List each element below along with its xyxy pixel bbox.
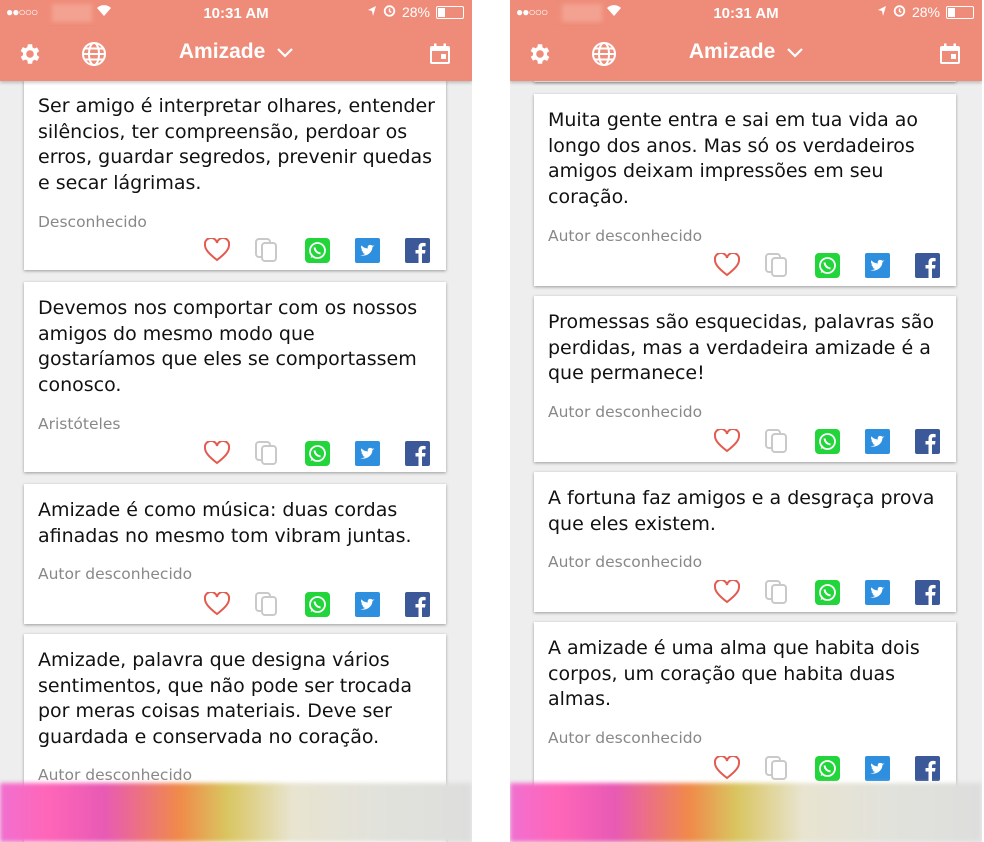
facebook-icon[interactable] <box>404 440 430 466</box>
ad-banner[interactable] <box>0 783 472 842</box>
calendar-icon[interactable] <box>934 38 966 70</box>
alarm-icon <box>383 4 396 20</box>
status-right: 28% <box>877 4 974 20</box>
quote-author: Autor desconhecido <box>548 227 703 245</box>
copy-icon[interactable] <box>764 252 790 278</box>
nav-bar: Amizade <box>0 26 472 81</box>
whatsapp-icon[interactable] <box>814 755 840 781</box>
quote-text: Ser amigo é interpretar olhares, entende… <box>38 95 435 194</box>
heart-icon[interactable] <box>204 591 230 617</box>
quote-text: Amizade, palavra que designa vários sent… <box>38 649 413 748</box>
quote-text: A fortuna faz amigos e a desgraça prova … <box>548 487 935 535</box>
twitter-icon[interactable] <box>354 440 380 466</box>
facebook-icon[interactable] <box>914 428 940 454</box>
battery-percent: 28% <box>401 4 430 20</box>
twitter-icon[interactable] <box>864 428 890 454</box>
location-icon <box>877 4 887 20</box>
heart-icon[interactable] <box>714 579 740 605</box>
battery-icon <box>436 5 464 19</box>
heart-icon[interactable] <box>714 428 740 454</box>
copy-icon[interactable] <box>764 755 790 781</box>
copy-icon[interactable] <box>764 579 790 605</box>
quote-text: Muita gente entra e sai em tua vida ao l… <box>548 109 919 208</box>
facebook-icon[interactable] <box>914 579 940 605</box>
phone-screen-left: ●●○○○ 10:31 AM 28% Amizade Ser amigo é i… <box>0 0 472 842</box>
copy-icon[interactable] <box>254 237 280 263</box>
quote-card: Promessas são esquecidas, palavras são p… <box>534 296 956 462</box>
quote-card: A amizade é uma alma que habita dois cor… <box>534 622 956 788</box>
status-right: 28% <box>367 4 464 20</box>
whatsapp-icon[interactable] <box>814 252 840 278</box>
copy-icon[interactable] <box>254 440 280 466</box>
whatsapp-icon[interactable] <box>304 591 330 617</box>
twitter-icon[interactable] <box>864 579 890 605</box>
heart-icon[interactable] <box>714 252 740 278</box>
whatsapp-icon[interactable] <box>814 579 840 605</box>
category-title-text: Amizade <box>688 40 776 63</box>
quote-text: A amizade é uma alma que habita dois cor… <box>548 637 920 710</box>
quote-text: Devemos nos comportar com os nossos amig… <box>38 297 418 396</box>
quote-card: Amizade é como música: duas cordas afina… <box>24 484 446 624</box>
quote-card: Muita gente entra e sai em tua vida ao l… <box>534 94 956 286</box>
battery-percent: 28% <box>911 4 940 20</box>
facebook-icon[interactable] <box>914 252 940 278</box>
copy-icon[interactable] <box>254 591 280 617</box>
ad-banner[interactable] <box>510 783 982 842</box>
quote-author: Aristóteles <box>38 415 121 433</box>
calendar-icon[interactable] <box>424 38 456 70</box>
category-title[interactable]: Amizade <box>0 40 472 64</box>
category-title-text: Amizade <box>178 40 266 63</box>
battery-icon <box>946 5 974 19</box>
chevron-down-icon <box>277 40 293 64</box>
quote-card: Devemos nos comportar com os nossos amig… <box>24 282 446 472</box>
status-bar: ●●○○○ 10:31 AM 28% <box>510 0 982 26</box>
facebook-icon[interactable] <box>404 591 430 617</box>
copy-icon[interactable] <box>764 428 790 454</box>
twitter-icon[interactable] <box>354 591 380 617</box>
heart-icon[interactable] <box>204 237 230 263</box>
quote-author: Autor desconhecido <box>548 553 703 571</box>
quote-author: Autor desconhecido <box>548 729 703 747</box>
quote-text: Amizade é como música: duas cordas afina… <box>38 499 412 547</box>
facebook-icon[interactable] <box>404 237 430 263</box>
location-icon <box>367 4 377 20</box>
nav-bar: Amizade <box>510 26 982 81</box>
twitter-icon[interactable] <box>864 252 890 278</box>
whatsapp-icon[interactable] <box>304 440 330 466</box>
whatsapp-icon[interactable] <box>304 237 330 263</box>
quote-card: A fortuna faz amigos e a desgraça prova … <box>534 472 956 612</box>
alarm-icon <box>893 4 906 20</box>
quote-author: Autor desconhecido <box>38 565 193 583</box>
facebook-icon[interactable] <box>914 755 940 781</box>
quote-text: Promessas são esquecidas, palavras são p… <box>548 311 935 384</box>
twitter-icon[interactable] <box>864 755 890 781</box>
phone-screen-right: ●●○○○ 10:31 AM 28% Amizade Muita gente e… <box>510 0 982 842</box>
quote-author: Desconhecido <box>38 213 147 231</box>
twitter-icon[interactable] <box>354 237 380 263</box>
heart-icon[interactable] <box>204 440 230 466</box>
quote-author: Autor desconhecido <box>548 403 703 421</box>
quote-author: Autor desconhecido <box>38 766 193 784</box>
heart-icon[interactable] <box>714 755 740 781</box>
chevron-down-icon <box>787 40 803 64</box>
status-bar: ●●○○○ 10:31 AM 28% <box>0 0 472 26</box>
category-title[interactable]: Amizade <box>510 40 982 64</box>
quote-card: Ser amigo é interpretar olhares, entende… <box>24 80 446 270</box>
whatsapp-icon[interactable] <box>814 428 840 454</box>
